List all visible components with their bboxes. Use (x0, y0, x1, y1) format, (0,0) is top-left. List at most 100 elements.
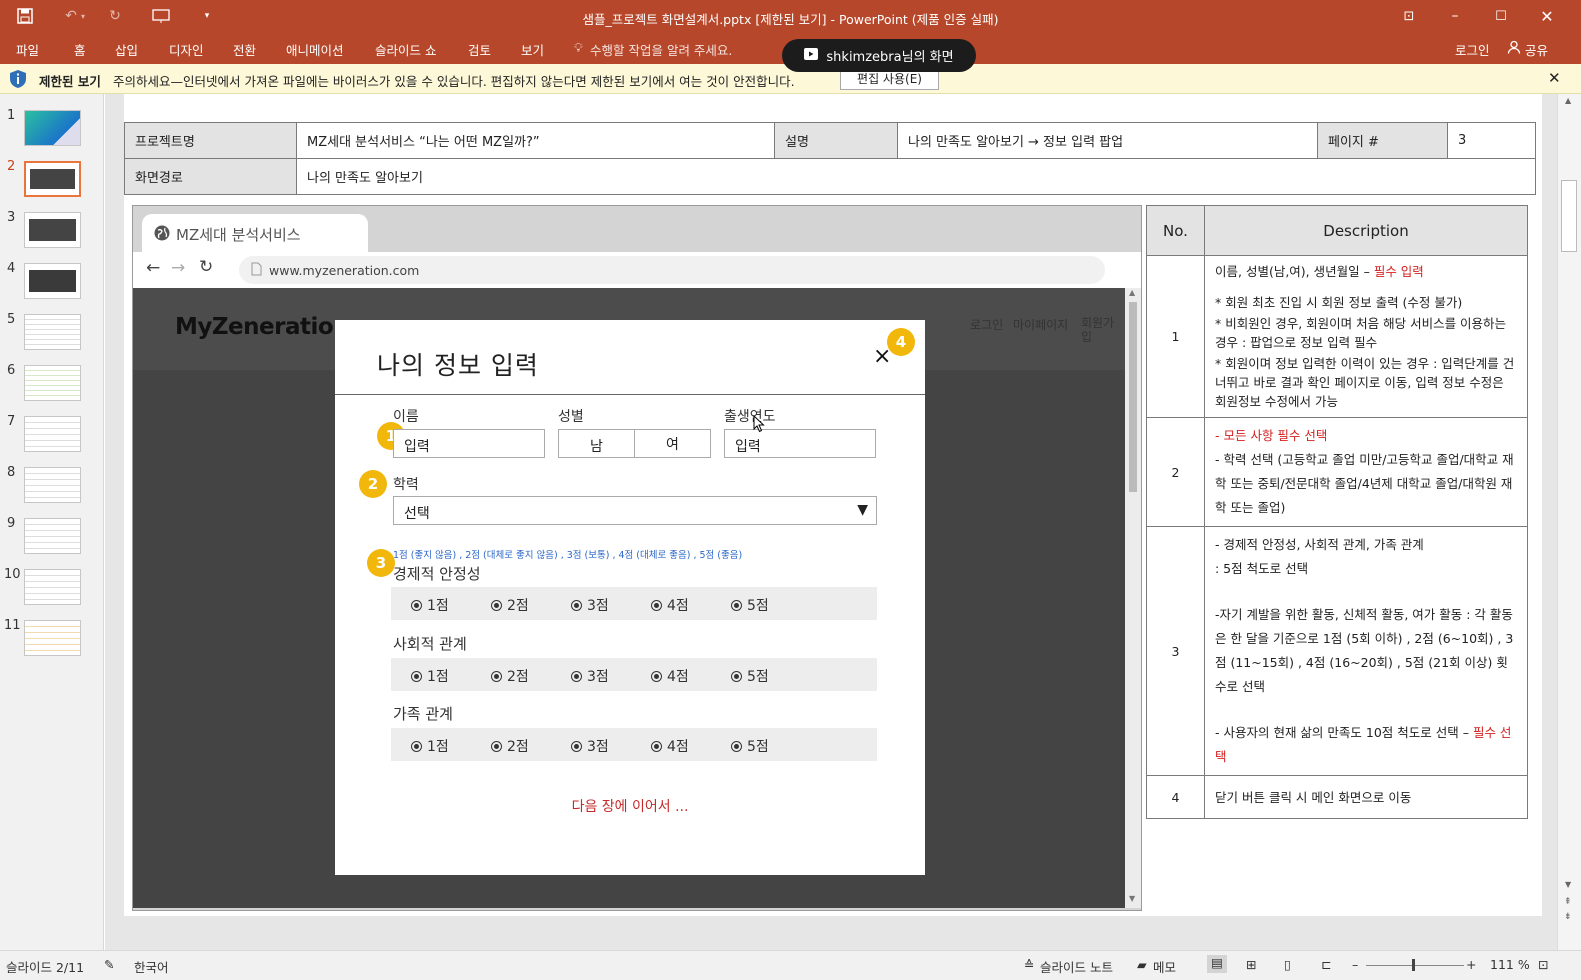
next-slide-icon[interactable]: ⇟ (1564, 912, 1572, 922)
page-value: 3 (1447, 122, 1536, 159)
browser-tab: MZ세대 분석서비스 (142, 214, 368, 252)
maximize-icon[interactable]: ☐ (1486, 5, 1516, 27)
fit-to-window-icon[interactable]: ⊡ (1538, 957, 1548, 972)
economic-stability-options: 1점 2점 3점 4점 5점 (391, 587, 877, 620)
radio-option[interactable]: 1점 (411, 666, 449, 686)
thumbnail-slide-9[interactable] (24, 518, 81, 554)
reload-icon: ↻ (199, 257, 214, 277)
page-icon (251, 262, 262, 279)
annotation-badge: 3 (367, 549, 395, 577)
slideshow-view-icon[interactable]: ⊏ (1321, 957, 1331, 972)
radio-option[interactable]: 3점 (571, 666, 609, 686)
zoom-in-icon[interactable]: + (1466, 957, 1476, 972)
radio-option[interactable]: 3점 (571, 736, 609, 756)
tab-transitions[interactable]: 전환 (233, 40, 256, 59)
radio-option[interactable]: 2점 (491, 736, 529, 756)
thumb-number: 2 (7, 159, 16, 174)
scroll-up-icon[interactable]: ▲ (1565, 96, 1571, 105)
scroll-thumb[interactable] (1561, 180, 1577, 252)
notes-button[interactable]: 슬라이드 노트 (1040, 957, 1113, 976)
education-select[interactable]: 선택 ▼ (393, 496, 877, 525)
scroll-down-icon[interactable]: ▼ (1565, 880, 1571, 889)
tab-file[interactable]: 파일 (16, 40, 39, 59)
thumbnail-slide-8[interactable] (24, 467, 81, 503)
scale-hint: 1점 (좋지 않음) , 2점 (대체로 좋지 않음) , 3점 (보통) , … (393, 550, 743, 561)
reading-view-icon[interactable]: ▯ (1284, 957, 1291, 972)
thumbnail-slide-1[interactable] (24, 110, 81, 146)
nav-signup: 회원가입 (1081, 316, 1115, 344)
thumbnail-slide-4[interactable] (24, 263, 81, 299)
user-icon (1507, 40, 1521, 57)
radio-option[interactable]: 5점 (731, 736, 769, 756)
gender-female-button[interactable]: 여 (634, 429, 711, 458)
gender-male-button[interactable]: 남 (558, 429, 635, 458)
thumb-number: 8 (7, 465, 16, 480)
thumbnail-slide-11[interactable] (24, 620, 81, 656)
tab-insert[interactable]: 삽입 (115, 40, 138, 59)
radio-option[interactable]: 1점 (411, 736, 449, 756)
radio-option[interactable]: 3점 (571, 595, 609, 615)
family-relations-label: 가족 관계 (393, 705, 453, 723)
thumbnail-slide-7[interactable] (24, 416, 81, 452)
close-msgbar-icon[interactable]: ✕ (1548, 69, 1561, 87)
radio-option[interactable]: 2점 (491, 595, 529, 615)
project-label: 프로젝트명 (124, 122, 297, 159)
comment-icon: ▰ (1137, 957, 1147, 972)
tab-animations[interactable]: 애니메이션 (286, 40, 344, 59)
browser-toolbar: ← → ↻ www.myzeneration.com (133, 252, 1141, 288)
tab-view[interactable]: 보기 (521, 40, 544, 59)
tell-me-box[interactable]: 수행할 작업을 알려 주세요. (590, 40, 732, 59)
tab-home[interactable]: 홈 (74, 40, 86, 59)
zoom-out-icon[interactable]: – (1352, 957, 1358, 972)
ribbon-display-icon[interactable]: ⊡ (1394, 5, 1424, 27)
path-value: 나의 만족도 알아보기 (296, 158, 1536, 195)
normal-view-icon[interactable]: ▤ (1207, 955, 1227, 973)
radio-option[interactable]: 4점 (651, 736, 689, 756)
globe-icon (154, 225, 170, 245)
economic-stability-label: 경제적 안정성 (393, 565, 481, 583)
radio-option[interactable]: 1점 (411, 595, 449, 615)
info-input-modal: 나의 정보 입력 × 4 이름 성별 출생연도 1 입력 남 여 입력 2 학력… (335, 320, 925, 875)
thumbnail-slide-3[interactable] (24, 212, 81, 248)
tab-review[interactable]: 검토 (468, 40, 491, 59)
thumbnail-slide-2[interactable] (24, 161, 81, 197)
protected-view-title: 제한된 보기 (39, 74, 101, 89)
spellcheck-icon[interactable]: ✎ (104, 957, 114, 972)
zoom-level[interactable]: 111 % (1490, 957, 1530, 972)
slide-sorter-icon[interactable]: ⊞ (1246, 957, 1256, 972)
radio-option[interactable]: 4점 (651, 666, 689, 686)
page-label: 페이지 # (1317, 122, 1448, 159)
slide-thumbnails: 1 2 3 4 5 6 7 8 9 10 11 (0, 94, 104, 950)
thumb-number: 4 (7, 261, 16, 276)
thumbnail-slide-6[interactable] (24, 365, 81, 401)
radio-option[interactable]: 5점 (731, 595, 769, 615)
share-button[interactable]: 공유 (1525, 40, 1548, 59)
social-relations-label: 사회적 관계 (393, 635, 467, 653)
lightbulb-icon: 💡︎ (574, 40, 583, 55)
editor-scrollbar[interactable]: ▲ ▼ ⇞ ⇟ (1557, 94, 1581, 950)
thumbnail-slide-5[interactable] (24, 314, 81, 350)
tab-design[interactable]: 디자인 (169, 40, 204, 59)
slide-header-table: 프로젝트명 MZ세대 분석서비스 “나는 어떤 MZ일까?” 설명 나의 만족도… (124, 122, 1536, 195)
browser-tab-title: MZ세대 분석서비스 (176, 226, 301, 244)
tab-slideshow[interactable]: 슬라이드 쇼 (375, 40, 436, 59)
minimize-icon[interactable]: – (1440, 5, 1470, 27)
education-select-value: 선택 (404, 506, 430, 522)
thumb-number: 11 (4, 618, 21, 633)
name-input[interactable]: 입력 (393, 429, 545, 458)
prev-slide-icon[interactable]: ⇞ (1564, 897, 1572, 907)
thumb-number: 6 (7, 363, 16, 378)
zoom-slider[interactable] (1366, 965, 1464, 966)
thumbnail-slide-10[interactable] (24, 569, 81, 605)
language-indicator[interactable]: 한국어 (134, 957, 169, 976)
radio-option[interactable]: 2점 (491, 666, 529, 686)
login-link[interactable]: 로그인 (1455, 40, 1490, 59)
comments-button[interactable]: 메모 (1153, 957, 1176, 976)
col-no-header: No. (1146, 205, 1205, 256)
close-window-icon[interactable]: ✕ (1532, 5, 1562, 27)
radio-option[interactable]: 4점 (651, 595, 689, 615)
radio-option[interactable]: 5점 (731, 666, 769, 686)
nav-mypage: 마이페이지 (1013, 318, 1069, 332)
zoom-slider-handle[interactable] (1412, 959, 1415, 971)
birth-year-input[interactable]: 입력 (724, 429, 876, 458)
